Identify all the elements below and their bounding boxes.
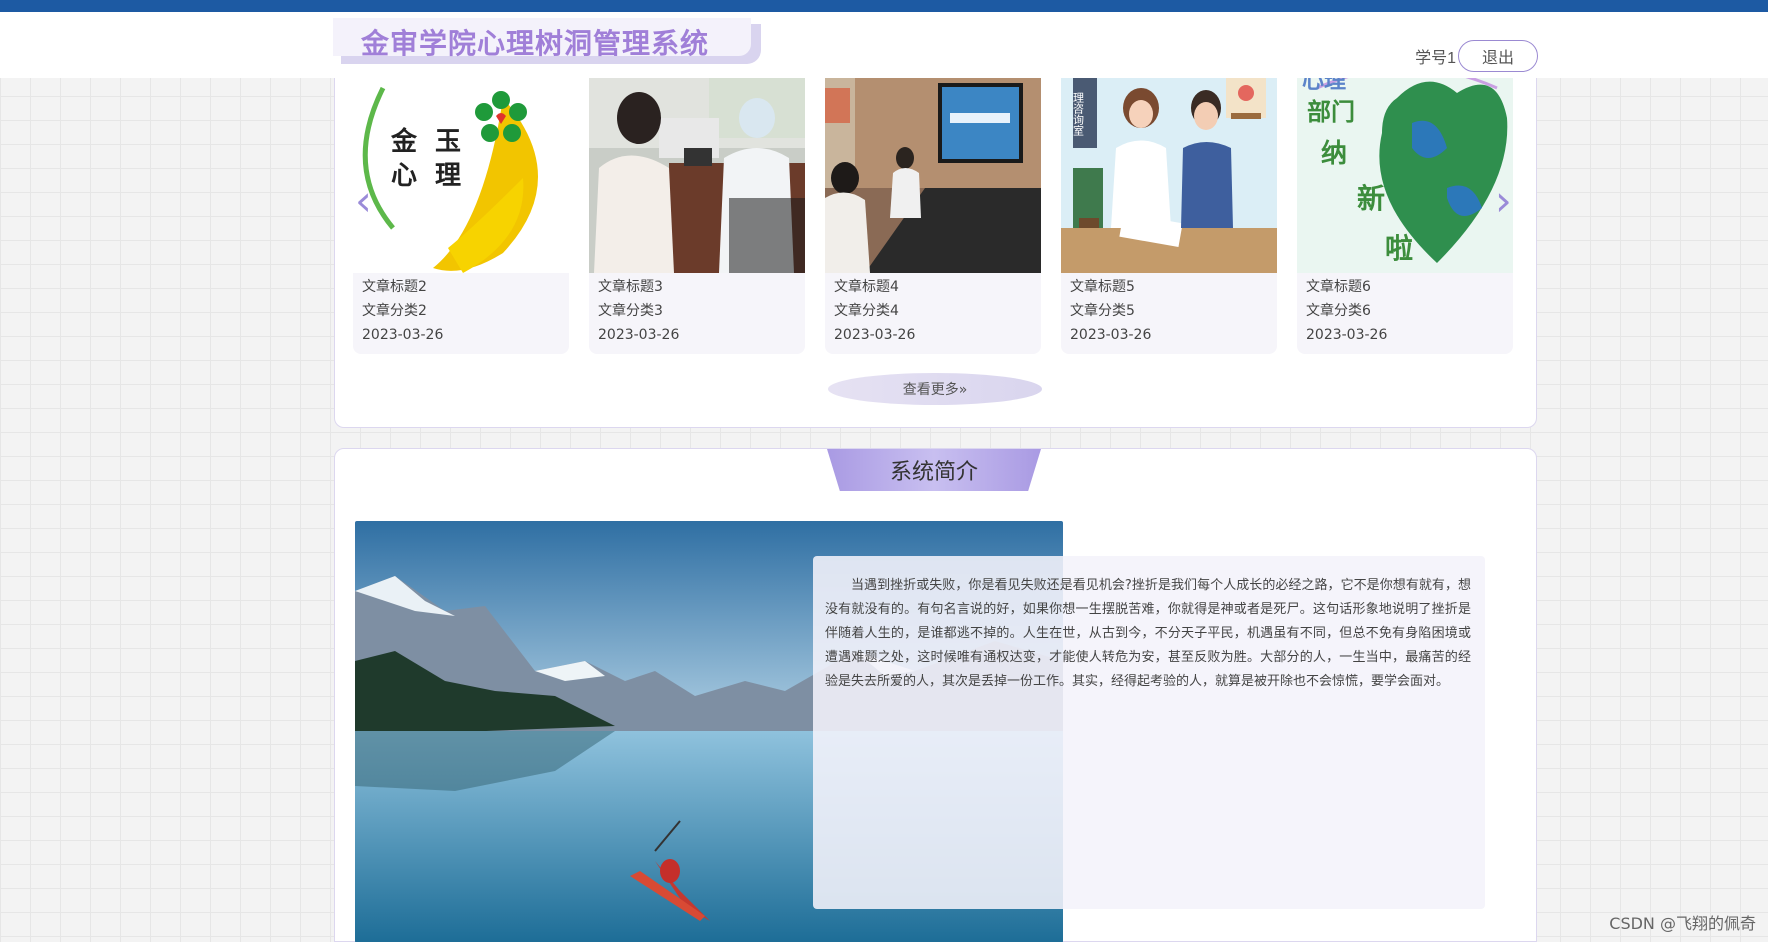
article-card[interactable]: 理咨询室 文章标题5 文章分类5 2023-03-26 — [1061, 78, 1277, 354]
intro-heading: 系统简介 — [827, 449, 1041, 491]
username: 学号1 — [1415, 50, 1456, 67]
article-category: 文章分类3 — [598, 303, 663, 319]
poster-text: 啦 — [1385, 232, 1413, 265]
site-title: 金审学院心理树洞管理系统 — [361, 27, 710, 60]
sign-text: 理咨询室 — [1072, 92, 1085, 136]
article-thumbnail: 心理 部门 纳 新 啦 — [1297, 78, 1513, 273]
top-bar — [0, 0, 1768, 12]
logo-char: 心 — [391, 161, 417, 191]
watermark: CSDN @飞翔的佩奇 — [1609, 914, 1756, 933]
article-title[interactable]: 文章标题6 — [1306, 275, 1504, 299]
article-card[interactable]: 心理 部门 纳 新 啦 文章标题6 文章分类6 2023-03-26 — [1297, 78, 1513, 354]
carousel-prev-icon[interactable]: ‹ — [355, 180, 372, 222]
article-card[interactable]: 文章标题4 文章分类4 2023-03-26 — [825, 78, 1041, 354]
carousel-next-icon[interactable]: › — [1495, 180, 1512, 222]
article-category: 文章分类5 — [1070, 303, 1135, 319]
article-thumbnail — [589, 78, 805, 273]
article-date: 2023-03-26 — [362, 327, 444, 343]
intro-panel: 系统简介 当遇到挫折或失败，你是看见失败还是看见机会?挫折是我们每个人成长的必经… — [334, 448, 1537, 942]
article-date: 2023-03-26 — [1306, 327, 1388, 343]
article-title[interactable]: 文章标题2 — [362, 275, 560, 299]
logout-button[interactable]: 退出 — [1458, 40, 1538, 72]
article-title[interactable]: 文章标题5 — [1070, 275, 1268, 299]
poster-text: 心理 — [1302, 78, 1346, 94]
article-thumbnail: 金 玉 心 理 — [353, 78, 569, 273]
article-category: 文章分类2 — [362, 303, 427, 319]
intro-text-box: 当遇到挫折或失败，你是看见失败还是看见机会?挫折是我们每个人成长的必经之路，它不… — [813, 556, 1485, 909]
articles-panel: 金 玉 心 理 文章标题2 文章分类2 2023-03-26 文章标题3 文章分… — [334, 78, 1537, 428]
article-category: 文章分类4 — [834, 303, 899, 319]
article-card[interactable]: 文章标题3 文章分类3 2023-03-26 — [589, 78, 805, 354]
article-thumbnail: 理咨询室 — [1061, 78, 1277, 273]
article-date: 2023-03-26 — [1070, 327, 1152, 343]
intro-text: 当遇到挫折或失败，你是看见失败还是看见机会?挫折是我们每个人成长的必经之路，它不… — [825, 578, 1471, 689]
article-card[interactable]: 金 玉 心 理 文章标题2 文章分类2 2023-03-26 — [353, 78, 569, 354]
view-more-button[interactable]: 查看更多» — [828, 373, 1042, 405]
article-date: 2023-03-26 — [834, 327, 916, 343]
poster-text: 新 — [1357, 182, 1385, 215]
user-info: 学号1 退出 — [1415, 40, 1538, 72]
article-date: 2023-03-26 — [598, 327, 680, 343]
article-thumbnail — [825, 78, 1041, 273]
article-category: 文章分类6 — [1306, 303, 1371, 319]
article-title[interactable]: 文章标题3 — [598, 275, 796, 299]
poster-text: 纳 — [1321, 138, 1347, 169]
logo-char: 理 — [435, 161, 461, 191]
site-title-banner: 金审学院心理树洞管理系统 — [333, 18, 761, 64]
header: 金审学院心理树洞管理系统 学号1 退出 — [0, 12, 1768, 78]
article-title[interactable]: 文章标题4 — [834, 275, 1032, 299]
logo-char: 玉 — [435, 127, 461, 157]
poster-text: 部门 — [1307, 98, 1355, 126]
logo-char: 金 — [390, 126, 418, 157]
